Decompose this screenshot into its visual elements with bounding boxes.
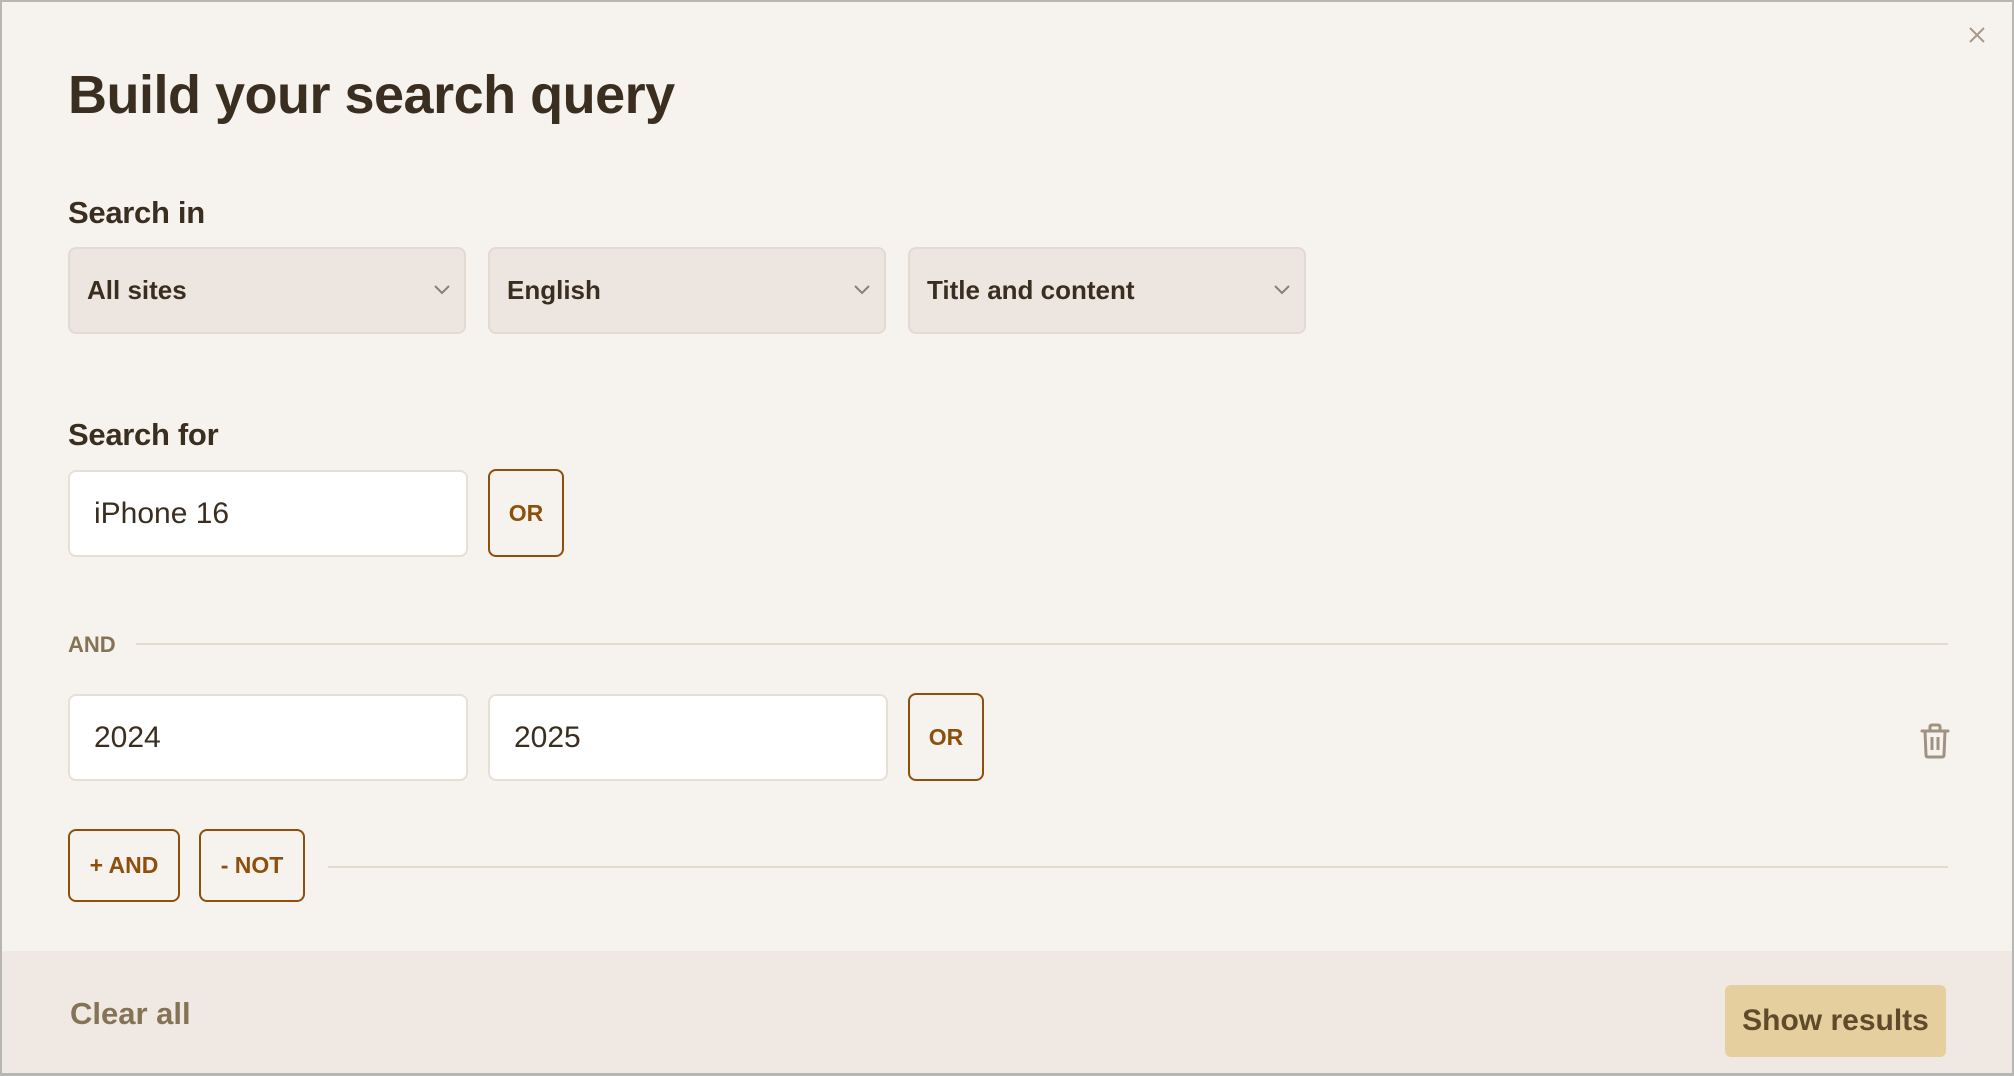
chevron-down-icon — [854, 285, 870, 295]
scope-select[interactable]: Title and content — [908, 247, 1306, 334]
language-select[interactable]: English — [488, 247, 886, 334]
add-not-button[interactable]: - NOT — [199, 829, 305, 902]
search-query-dialog: Build your search query Search in All si… — [2, 2, 2012, 1073]
close-icon[interactable] — [1965, 23, 1989, 47]
show-results-button[interactable]: Show results — [1725, 985, 1946, 1057]
trash-icon[interactable] — [1918, 722, 1952, 760]
divider — [136, 643, 1948, 645]
or-button[interactable]: OR — [908, 693, 984, 781]
site-select[interactable]: All sites — [68, 247, 466, 334]
and-connector-label: AND — [68, 632, 116, 657]
search-term-input[interactable] — [68, 470, 468, 557]
language-select-value: English — [507, 275, 601, 305]
divider — [328, 866, 1948, 868]
add-and-button[interactable]: + AND — [68, 829, 180, 902]
search-in-label: Search in — [68, 195, 205, 230]
clear-all-button[interactable]: Clear all — [70, 996, 191, 1032]
dialog-footer: Clear all Show results — [2, 951, 2012, 1073]
dialog-title: Build your search query — [68, 65, 675, 125]
search-term-input[interactable] — [68, 694, 468, 781]
or-button[interactable]: OR — [488, 469, 564, 557]
search-for-label: Search for — [68, 417, 219, 452]
chevron-down-icon — [434, 285, 450, 295]
search-term-input[interactable] — [488, 694, 888, 781]
chevron-down-icon — [1274, 285, 1290, 295]
scope-select-value: Title and content — [927, 275, 1135, 305]
site-select-value: All sites — [87, 275, 187, 305]
